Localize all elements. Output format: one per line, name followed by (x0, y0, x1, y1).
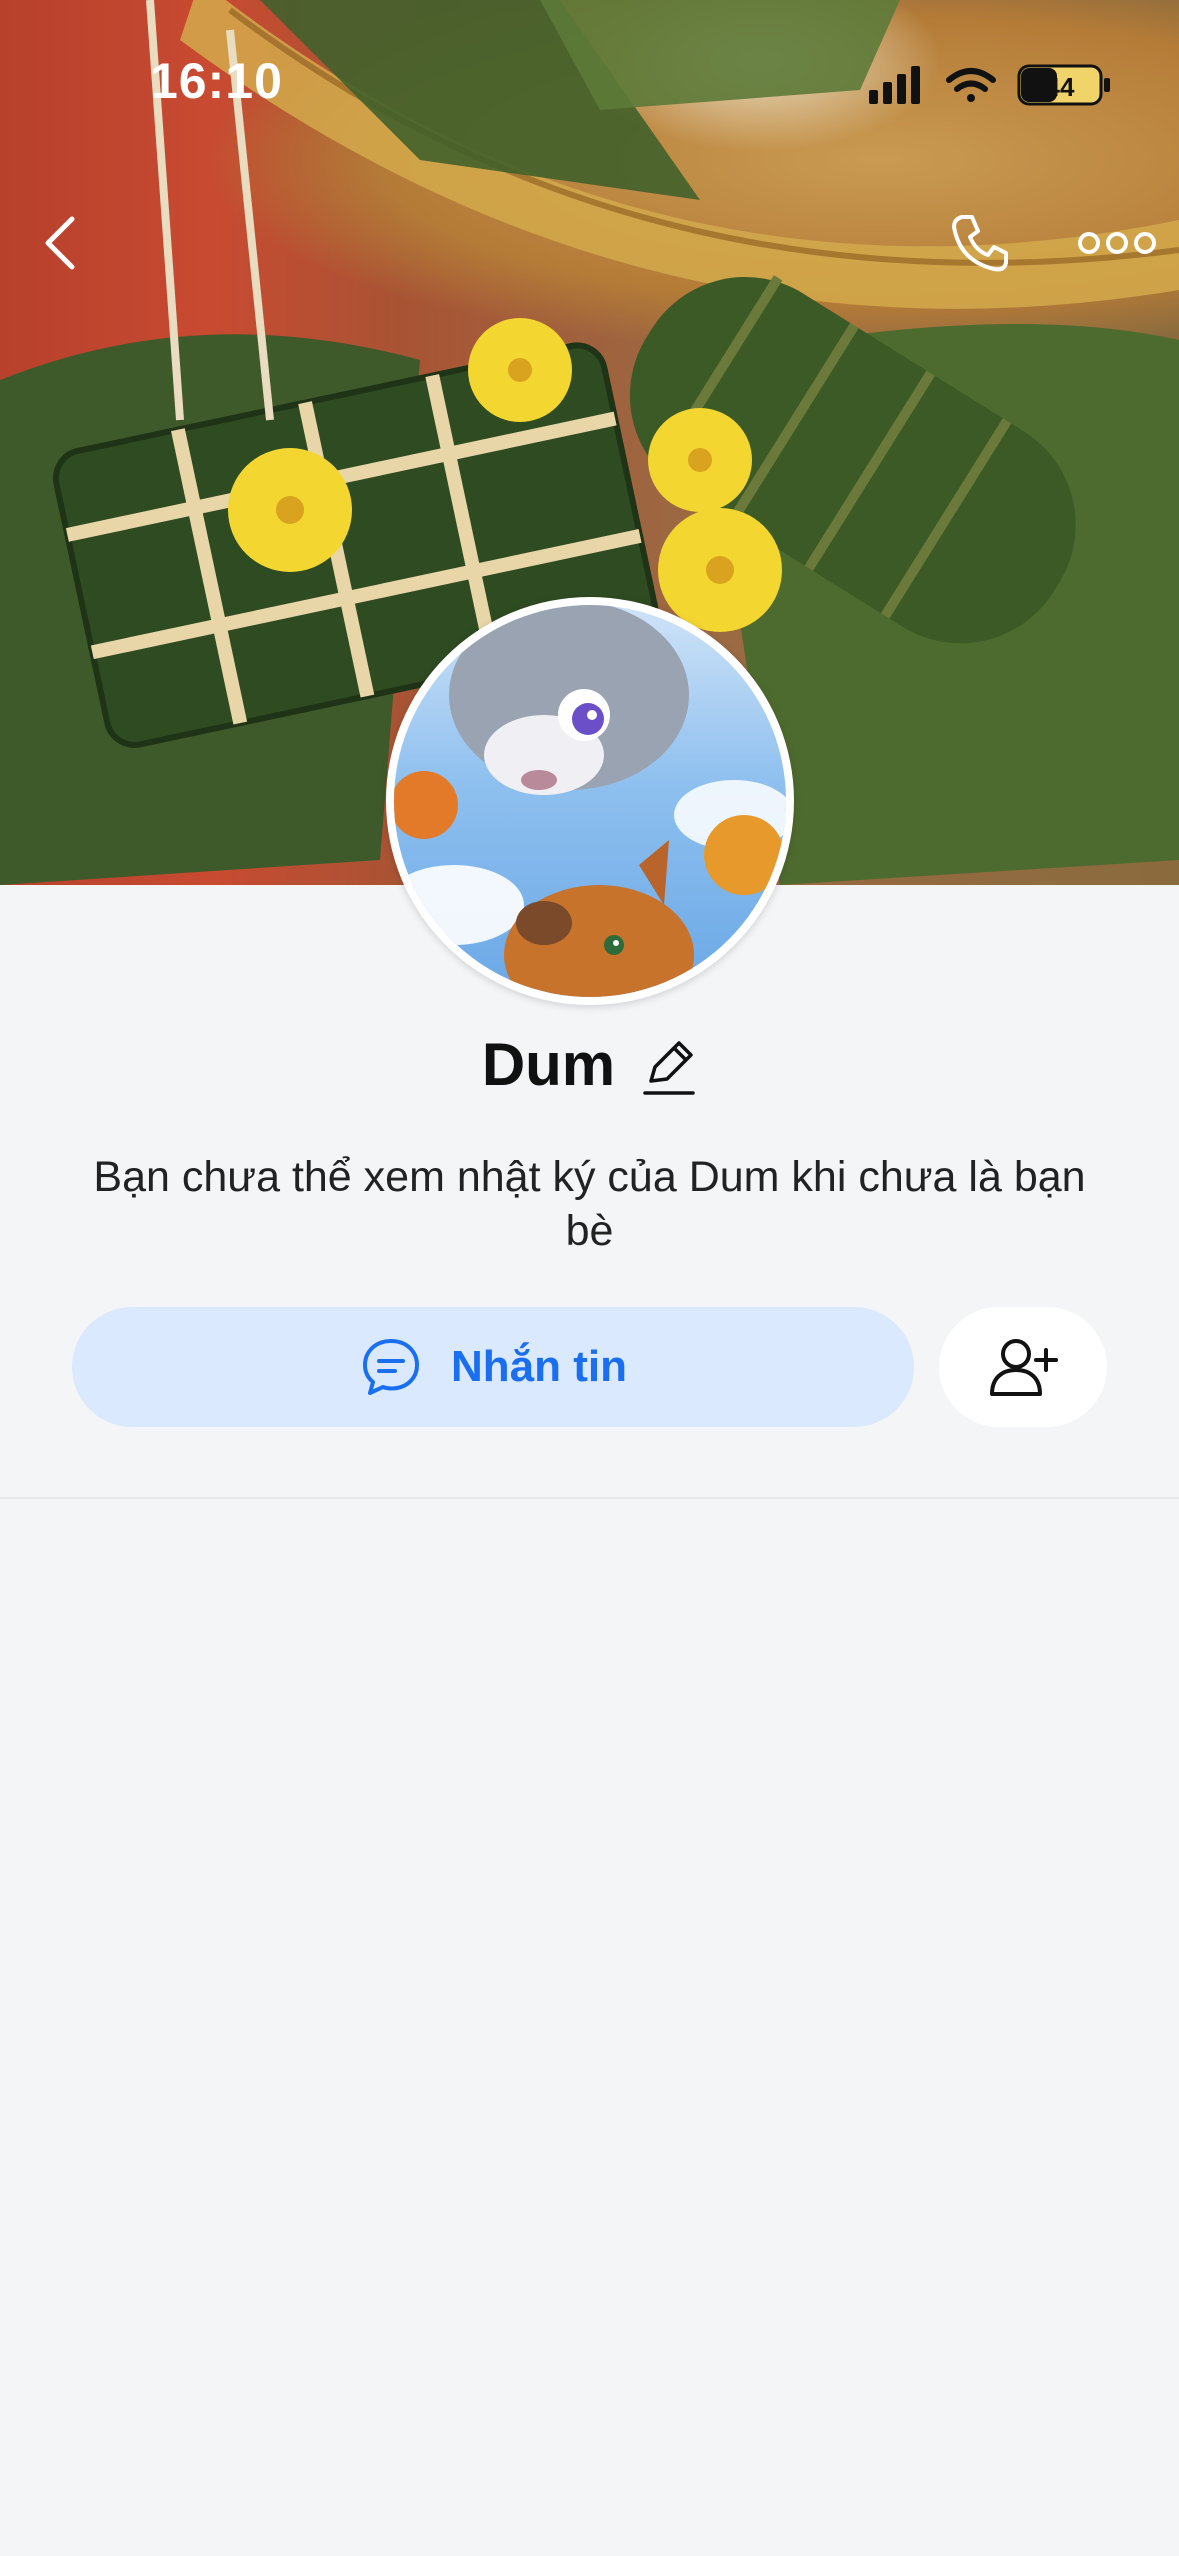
profile-name-row: Dum (0, 1030, 1179, 1099)
pencil-icon[interactable] (641, 1037, 697, 1099)
signal-icon (869, 66, 920, 104)
message-button-label: Nhắn tin (451, 1342, 627, 1391)
status-time: 16:10 (150, 53, 283, 109)
more-horizontal-icon (1078, 232, 1156, 254)
message-button[interactable]: Nhắn tin (72, 1307, 914, 1427)
avatar-image (394, 605, 786, 997)
battery-icon: 44 (1017, 64, 1110, 106)
chat-bubble-icon (363, 1339, 419, 1395)
status-icons: 44 (869, 64, 1110, 106)
avatar[interactable] (386, 597, 794, 1005)
back-button[interactable] (20, 203, 100, 283)
chevron-left-icon (45, 216, 75, 270)
phone-icon (952, 215, 1008, 272)
wifi-icon (946, 68, 996, 102)
add-friend-button[interactable] (939, 1307, 1107, 1427)
user-plus-icon (990, 1339, 1058, 1396)
more-button[interactable] (1072, 203, 1162, 283)
battery-level: 44 (1046, 72, 1075, 102)
status-bar: 16:10 44 (0, 0, 1179, 150)
diary-privacy-message: Bạn chưa thể xem nhật ký của Dum khi chư… (93, 1153, 1086, 1255)
call-button[interactable] (940, 203, 1020, 283)
profile-name: Dum (481, 1031, 616, 1098)
divider (0, 1497, 1179, 1499)
